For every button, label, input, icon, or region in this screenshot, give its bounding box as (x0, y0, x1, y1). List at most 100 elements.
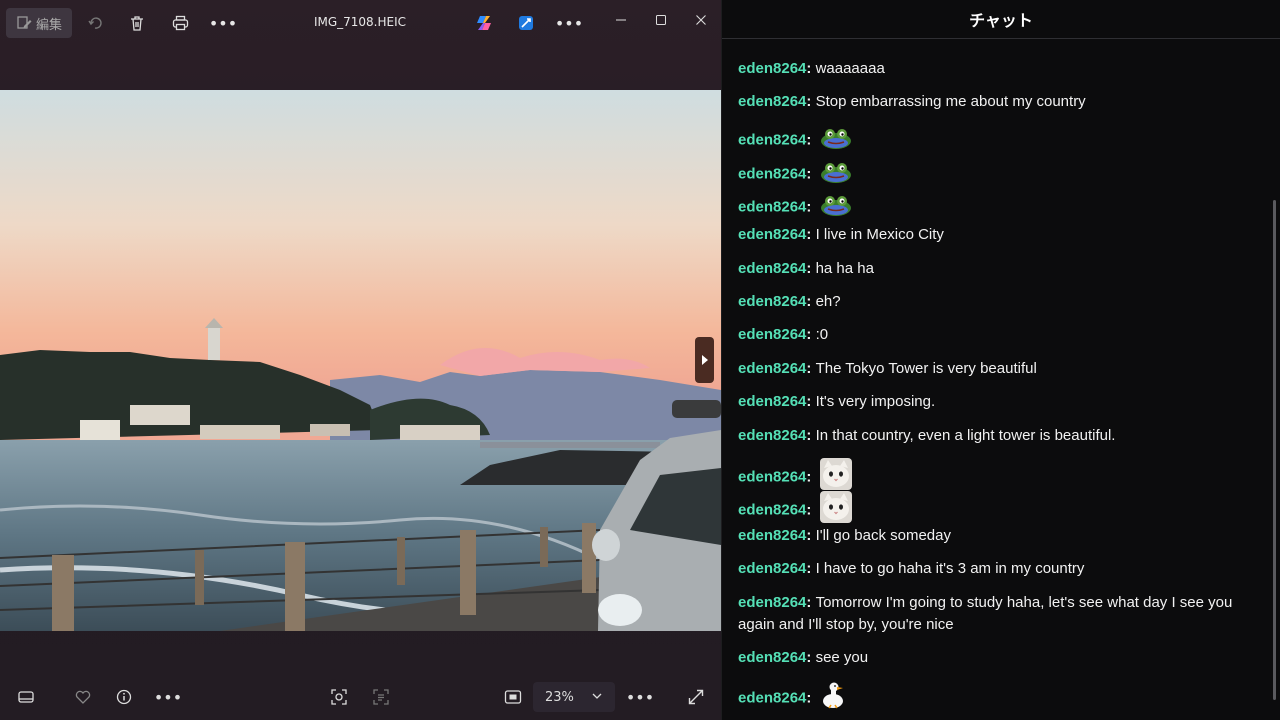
chat-username[interactable]: eden8264 (738, 649, 806, 666)
copilot-icon (477, 16, 491, 30)
chat-message-text: I'll go back someday (815, 527, 951, 544)
chat-message: eden8264: I'll go back someday (738, 525, 1258, 547)
print-button[interactable] (166, 8, 194, 38)
edit-button-label: 編集 (35, 17, 62, 33)
close-button[interactable] (681, 8, 721, 32)
maximize-button[interactable] (641, 8, 681, 32)
chat-title: チャット (722, 0, 1280, 39)
chat-username[interactable]: eden8264 (738, 198, 806, 215)
chat-username[interactable]: eden8264 (738, 60, 806, 77)
text-scan-button[interactable] (370, 682, 392, 712)
info-button[interactable] (113, 682, 135, 712)
chat-message: eden8264: I live in Mexico City (738, 224, 1258, 246)
goose-emote (820, 681, 846, 716)
zoom-value: 23% (545, 689, 574, 705)
chevron-right-icon (701, 355, 708, 365)
fullscreen-button[interactable] (685, 682, 707, 712)
actual-size-button[interactable] (501, 682, 525, 712)
chat-separator: : (806, 93, 816, 110)
chat-username[interactable]: eden8264 (738, 260, 806, 277)
chat-username[interactable]: eden8264 (738, 427, 806, 444)
minimize-icon (616, 19, 626, 21)
chat-separator: : (806, 165, 816, 183)
chat-separator: : (806, 527, 816, 544)
delete-button[interactable] (124, 8, 150, 38)
viewer-bottom-bar: ••• 23% ••• (0, 674, 721, 720)
print-icon (172, 15, 188, 31)
chat-message: eden8264: (738, 158, 1258, 191)
chat-message-text: I live in Mexico City (815, 226, 944, 243)
chat-message: eden8264: see you (738, 647, 1258, 669)
more-zoom-options-icon[interactable]: ••• (626, 682, 654, 712)
chat-username[interactable]: eden8264 (738, 468, 806, 485)
chat-message: eden8264: Stop embarrassing me about my … (738, 91, 1258, 113)
favorite-button[interactable] (72, 682, 94, 712)
photo-image (0, 90, 721, 631)
chat-separator: : (806, 501, 816, 519)
chat-message: eden8264: (738, 124, 1258, 157)
copilot-button[interactable] (472, 8, 496, 38)
heart-icon (75, 690, 91, 704)
chat-message: eden8264: Tomorrow I'm going to study ha… (738, 592, 1258, 636)
chat-username[interactable]: eden8264 (738, 93, 806, 110)
file-name-title: IMG_7108.HEIC (313, 15, 407, 29)
chat-username[interactable]: eden8264 (738, 360, 806, 377)
chat-username[interactable]: eden8264 (738, 689, 806, 706)
designer-icon (519, 16, 533, 30)
chat-username[interactable]: eden8264 (738, 293, 806, 310)
rotate-icon (88, 17, 102, 29)
viewer-toolbar: 編集 ••• IMG_7108.HEIC ••• (0, 0, 721, 46)
chat-username[interactable]: eden8264 (738, 594, 806, 611)
chat-username[interactable]: eden8264 (738, 393, 806, 410)
chat-separator: : (806, 393, 816, 410)
zoom-dropdown[interactable]: 23% (533, 682, 615, 712)
chat-message-text: waaaaaaa (815, 60, 885, 77)
edit-button[interactable]: 編集 (6, 8, 72, 38)
edit-icon (17, 16, 32, 29)
chat-message: eden8264: :0 (738, 324, 1258, 346)
chat-username[interactable]: eden8264 (738, 226, 806, 243)
more-tools-icon[interactable]: ••• (555, 8, 583, 38)
chat-username[interactable]: eden8264 (738, 560, 806, 577)
chat-panel: チャット eden8264: waaaaaaa eden8264: Stop em… (721, 0, 1280, 720)
chat-message: eden8264: In that country, even a light … (738, 425, 1258, 447)
chat-message: eden8264: The Tokyo Tower is very beauti… (738, 358, 1258, 380)
chat-separator: : (806, 360, 816, 377)
chat-message: eden8264: It's very imposing. (738, 391, 1258, 413)
more-options-icon[interactable]: ••• (209, 8, 237, 38)
side-panel-toggle[interactable] (695, 337, 714, 383)
minimize-button[interactable] (601, 8, 641, 32)
filmstrip-button[interactable] (12, 682, 40, 712)
chat-message-text: Stop embarrassing me about my country (815, 93, 1086, 110)
chat-separator: : (806, 560, 816, 577)
chat-separator: : (806, 60, 816, 77)
chat-message: eden8264: I have to go haha it's 3 am in… (738, 558, 1258, 580)
chat-separator: : (806, 131, 816, 149)
rotate-button[interactable] (82, 8, 108, 38)
chat-separator: : (806, 649, 816, 666)
text-scan-icon (373, 689, 389, 705)
chat-message-text: :0 (815, 326, 829, 343)
chat-separator: : (806, 689, 816, 707)
chat-separator: : (806, 293, 816, 310)
chat-username[interactable]: eden8264 (738, 326, 806, 343)
chat-username[interactable]: eden8264 (738, 501, 806, 518)
chat-separator: : (806, 326, 816, 343)
chat-username[interactable]: eden8264 (738, 165, 806, 182)
chat-username[interactable]: eden8264 (738, 131, 806, 148)
visual-search-button[interactable] (328, 682, 350, 712)
chat-separator: : (806, 226, 816, 243)
chat-message: eden8264: ha ha ha (738, 258, 1258, 280)
chat-separator: : (806, 468, 816, 486)
chat-message: eden8264: (738, 191, 1258, 224)
chat-separator: : (806, 198, 816, 216)
more-options-bottom-icon[interactable]: ••• (154, 682, 182, 712)
chat-scrollbar[interactable] (1273, 200, 1276, 700)
chat-message-text: It's very imposing. (815, 393, 936, 410)
chat-message: eden8264: waaaaaaa (738, 58, 1258, 80)
chat-message-text: ha ha ha (815, 260, 874, 277)
designer-button[interactable] (514, 8, 538, 38)
chat-message: eden8264: eh? (738, 291, 1258, 313)
chat-username[interactable]: eden8264 (738, 527, 806, 544)
filmstrip-icon (18, 691, 34, 703)
